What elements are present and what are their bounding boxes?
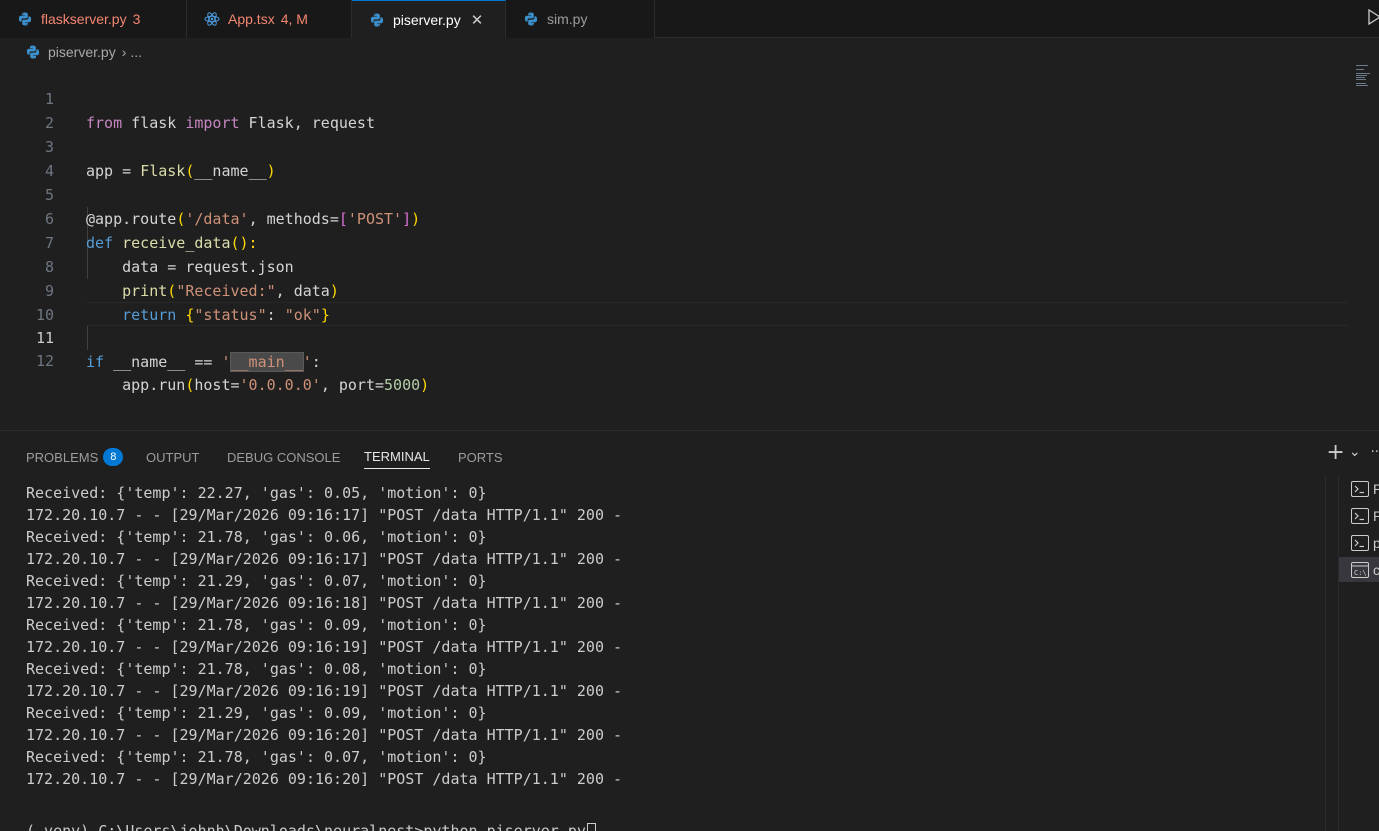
python-icon: [26, 45, 40, 59]
terminal-line: Received: {'temp': 21.29, 'gas': 0.09, '…: [26, 704, 487, 722]
tab-label: TERMINAL: [364, 449, 430, 464]
tab-terminal[interactable]: TERMINAL: [364, 445, 430, 469]
code-token: if: [86, 352, 105, 371]
editor-tab-bar: flaskserver.py 3 App.tsx 4, M piserver.p…: [0, 0, 1379, 38]
tab-label: flaskserver.py: [41, 11, 127, 27]
tab-debug-console[interactable]: DEBUG CONSOLE: [227, 445, 340, 469]
tab-flaskserver[interactable]: flaskserver.py 3: [0, 0, 187, 38]
terminal-prompt: (.venv) C:\Users\johnh\Downloads\neuraln…: [26, 822, 586, 831]
terminal-prompt-line[interactable]: (.venv) C:\Users\johnh\Downloads\neuraln…: [26, 820, 1326, 831]
breadcrumb-more[interactable]: ...: [130, 44, 142, 60]
code-line: 3 app = Flask(__name__): [0, 112, 1379, 180]
terminal-line: Received: {'temp': 21.78, 'gas': 0.06, '…: [26, 528, 487, 546]
terminal-line: 172.20.10.7 - - [29/Mar/2026 09:16:20] "…: [26, 726, 623, 744]
terminal-icon: [1351, 534, 1369, 551]
close-icon[interactable]: ✕: [471, 11, 484, 29]
python-icon: [369, 12, 385, 28]
code-line: 9 return {"status": "ok"}: [0, 256, 1379, 324]
cmd-icon: C:\: [1351, 561, 1369, 578]
tab-label: piserver.py: [393, 11, 461, 28]
terminal-list-item[interactable]: P: [1339, 503, 1379, 528]
code-line: 10: [0, 280, 1379, 324]
tab-label: PORTS: [458, 449, 503, 465]
code-token: :: [311, 352, 321, 371]
code-token: , port=: [320, 375, 385, 394]
breadcrumb-file[interactable]: piserver.py: [48, 44, 116, 60]
chevron-right-icon: ›: [121, 44, 127, 60]
svg-text:C:\: C:\: [1354, 569, 1367, 577]
tab-ports[interactable]: PORTS: [458, 445, 503, 469]
more-icon[interactable]: ···: [1371, 445, 1379, 460]
code-line: 7 data = request.json: [0, 208, 1379, 276]
code-token: host=: [194, 375, 240, 394]
tab-problems[interactable]: PROBLEMS 8: [26, 445, 124, 469]
terminal-line: Received: {'temp': 21.78, 'gas': 0.08, '…: [26, 660, 487, 678]
tab-problem-badge: 4, M: [280, 11, 308, 27]
code-token: ): [420, 375, 430, 394]
code-token: ': [221, 352, 231, 371]
code-token: 5000: [384, 375, 421, 394]
tab-label: OUTPUT: [146, 449, 200, 465]
terminal-line: 172.20.10.7 - - [29/Mar/2026 09:16:18] "…: [26, 594, 623, 612]
terminal-icon: [1351, 480, 1369, 497]
terminal-list-label: c: [1373, 561, 1379, 578]
problems-count-badge: 8: [103, 448, 124, 466]
line-number: 12: [35, 351, 54, 370]
terminal-line: 172.20.10.7 - - [29/Mar/2026 09:16:17] "…: [26, 506, 623, 524]
tab-label: DEBUG CONSOLE: [227, 449, 341, 465]
terminal-line: 172.20.10.7 - - [29/Mar/2026 09:16:19] "…: [26, 682, 623, 700]
tab-label: App.tsx: [228, 11, 275, 27]
code-editor[interactable]: 1 from flask import Flask, request 2 3 a…: [0, 64, 1379, 430]
code-token: app.run: [86, 375, 186, 394]
terminal-list-label: p: [1373, 534, 1379, 551]
terminal-line: Received: {'temp': 21.29, 'gas': 0.07, '…: [26, 572, 487, 590]
code-token: __name__ ==: [104, 352, 222, 371]
tab-problem-badge: 3: [132, 11, 141, 27]
tab-app-tsx[interactable]: App.tsx 4, M: [187, 0, 352, 38]
code-line: 4: [0, 136, 1379, 180]
terminal-list-label: P: [1373, 507, 1379, 524]
breadcrumb[interactable]: piserver.py › ...: [26, 42, 142, 62]
tab-label: sim.py: [547, 11, 588, 27]
tab-piserver[interactable]: piserver.py ✕: [352, 0, 506, 38]
panel-tab-bar: PROBLEMS 8 OUTPUT DEBUG CONSOLE TERMINAL…: [0, 431, 1379, 475]
run-icon[interactable]: [1367, 9, 1379, 25]
terminal-list-item-selected[interactable]: C:\ c: [1339, 557, 1379, 582]
terminal-line: 172.20.10.7 - - [29/Mar/2026 09:16:17] "…: [26, 550, 623, 568]
terminal-output[interactable]: Received: {'temp': 22.27, 'gas': 0.05, '…: [26, 482, 1326, 831]
code-line: 6 def receive_data():: [0, 184, 1379, 252]
panel-actions: + ⌄ ···: [1326, 440, 1379, 465]
terminal-list-label: P: [1373, 480, 1379, 497]
terminal-line: Received: {'temp': 22.27, 'gas': 0.05, '…: [26, 484, 487, 502]
terminal-line: Received: {'temp': 21.78, 'gas': 0.07, '…: [26, 748, 487, 766]
code-line: 12 app.run(host='0.0.0.0', port=5000): [0, 326, 1379, 394]
python-icon: [523, 11, 539, 27]
terminal-list-item[interactable]: P: [1339, 476, 1379, 501]
code-line: 2: [0, 88, 1379, 132]
react-icon: [204, 11, 220, 27]
terminal-line: 172.20.10.7 - - [29/Mar/2026 09:16:20] "…: [26, 770, 623, 788]
terminal-line: Received: {'temp': 21.78, 'gas': 0.09, '…: [26, 616, 487, 634]
new-terminal-icon[interactable]: +: [1326, 440, 1344, 465]
code-token: ': [302, 352, 312, 371]
terminal-line: 172.20.10.7 - - [29/Mar/2026 09:16:19] "…: [26, 638, 623, 656]
minimap[interactable]: [1356, 64, 1378, 90]
chevron-down-icon[interactable]: ⌄: [1349, 444, 1361, 460]
code-line: 5 @app.route('/data', methods=['POST']): [0, 160, 1379, 228]
selected-text: __main__: [229, 351, 304, 372]
code-line: 1 from flask import Flask, request: [0, 64, 1379, 132]
code-line: 8 print("Received:", data): [0, 232, 1379, 300]
terminal-scrollbar[interactable]: [1325, 476, 1337, 831]
tab-sim[interactable]: sim.py: [506, 0, 655, 38]
python-icon: [17, 11, 33, 27]
tab-label: PROBLEMS: [26, 449, 99, 465]
code-line: 11 if __name__ == '__main__':: [0, 303, 1379, 372]
terminal-list-item[interactable]: p: [1339, 530, 1379, 555]
tab-output[interactable]: OUTPUT: [146, 445, 199, 469]
code-token: '0.0.0.0': [239, 375, 321, 394]
terminal-icon: [1351, 507, 1369, 524]
terminal-cursor: [586, 822, 596, 831]
terminal-list: P P p C:\ c: [1338, 476, 1379, 831]
